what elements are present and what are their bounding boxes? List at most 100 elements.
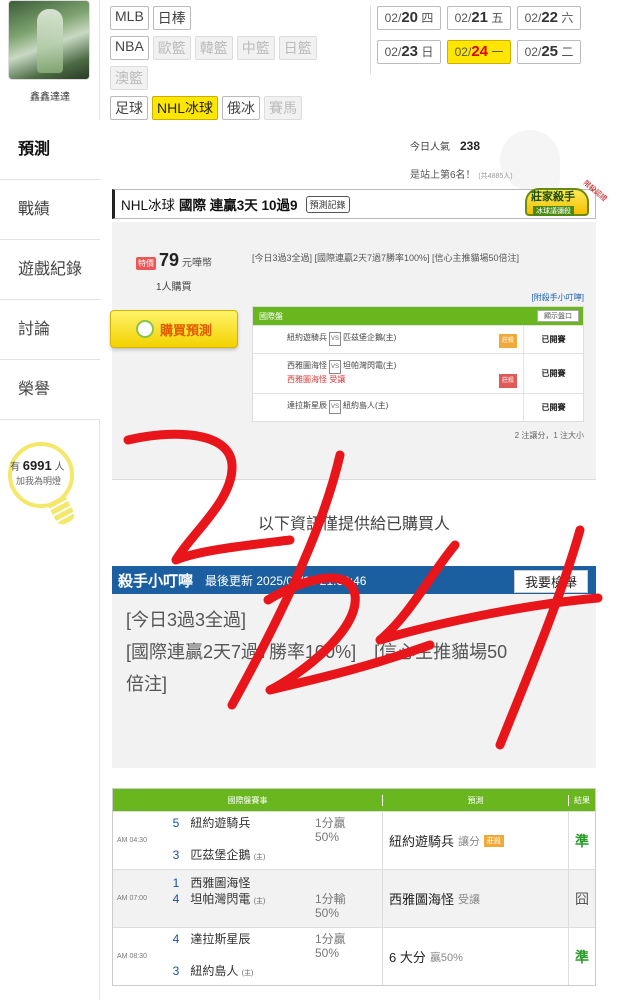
badge-subtitle: 冰球議彌殺 — [533, 206, 574, 216]
category-euro-basketball: 歐籃 — [152, 36, 191, 60]
away-score: 1 — [172, 876, 180, 890]
category-nba[interactable]: NBA — [110, 36, 149, 60]
prediction-title-bar: NHL冰球 國際 連贏3天 10過9 預測記錄 莊家殺手 冰球議彌殺 限殺認證 — [112, 180, 608, 219]
teams: 4 達拉斯星辰 3 紐約島人 (主) — [165, 928, 309, 985]
killer-tips-header: 殺手小叮嚀 最後更新 2025/02/23 21:33:46 我要檢舉 — [112, 566, 596, 594]
popularity: 今日人氣 238 — [410, 139, 481, 153]
date-0220[interactable]: 02/20 四 — [377, 6, 441, 30]
away-team: 紐約遊騎兵 — [190, 816, 251, 830]
handicap: 1分輸 50% — [309, 870, 383, 927]
cart-icon — [135, 320, 154, 338]
home-team: 紐約島人 — [190, 964, 239, 978]
prediction-pick: 紐約遊騎兵 讓分 莊殺 — [383, 812, 569, 869]
killer-tips-title: 殺手小叮嚀 — [118, 572, 194, 590]
report-button[interactable]: 我要檢舉 — [513, 570, 588, 593]
matchup: 達拉斯星辰 VS 紐約島人(主) — [253, 394, 523, 421]
bookie-killer-badge: 莊家殺手 冰球議彌殺 限殺認證 — [519, 180, 609, 222]
category-mlb[interactable]: MLB — [110, 6, 149, 30]
matchup: 西雅圖海怪 VS 坦帕灣閃電(主) 西雅圖海怪 受讓 莊殺 — [253, 354, 523, 393]
game-status: 已開賽 — [523, 326, 583, 353]
category-aus-basketball: 澳籃 — [110, 66, 148, 90]
category-korea-basketball: 韓籃 — [194, 36, 233, 60]
away-team: 西雅圖海怪 — [190, 876, 251, 890]
tips-line: 倍注] — [126, 674, 168, 694]
buyer-count: 1人購買 — [156, 282, 192, 293]
avatar[interactable] — [8, 0, 90, 80]
badge-title: 莊家殺手 — [531, 191, 575, 203]
matchup: 紐約遊騎兵 VS 匹茲堡企鵝(主) 莊殺 — [253, 326, 523, 353]
table-row: 紐約遊騎兵 VS 匹茲堡企鵝(主) 莊殺 已開賽 — [253, 325, 583, 353]
category-npb[interactable]: 日棒 — [152, 6, 191, 30]
header-prediction: 預測 — [383, 794, 569, 806]
buyers-only-notice: 以下資訊僅提供給已購買人 — [257, 516, 450, 533]
prediction-record-button[interactable]: 預測記錄 — [305, 195, 350, 213]
fans-subtitle: 加我為明燈 — [16, 476, 62, 486]
site-rank: 是站上第6名！ (共4885人) — [410, 170, 513, 181]
away-score: 5 — [172, 816, 180, 830]
avatar-figure — [37, 9, 63, 73]
date-0224[interactable]: 02/24 一 — [447, 40, 511, 64]
date-0225[interactable]: 02/25 二 — [517, 40, 581, 64]
sidebar-item-prediction[interactable]: 預測 — [0, 120, 100, 180]
result-mark: 準 — [575, 832, 589, 849]
category-nhl[interactable]: NHL冰球 — [152, 96, 219, 120]
header-result: 結果 — [574, 795, 590, 805]
date-row: 02/20 四 02/21 五 02/22 六 — [377, 6, 585, 30]
killer-tips-body: [今日3過3全過] [國際連贏2天7過7勝率100%] [信心主推貓場50 倍注… — [112, 594, 596, 768]
show-odds-button[interactable]: 顯示盤口 — [537, 310, 579, 322]
teams: 5 紐約遊騎兵 3 匹茲堡企鵝 (主) — [165, 812, 309, 869]
game-time: AM 08:30 — [117, 953, 147, 960]
home-team: 匹茲堡企鵝 — [190, 848, 251, 862]
sidebar: 鑫鑫達達 預測 戰績 遊戲紀錄 討論 榮譽 有 6991 人 加我為明燈 — [0, 0, 100, 1000]
game-time: AM 07:00 — [117, 895, 147, 902]
prediction-summary: [今日3過3全過] [國際連贏2天7過7勝率100%] [信心主推貓場50倍注] — [252, 253, 520, 263]
prediction-pick: 6 大分 贏50% — [383, 928, 569, 985]
sidebar-item-record[interactable]: 戰績 — [0, 180, 100, 240]
handicap: 1分贏 50% — [309, 928, 383, 985]
category-khl[interactable]: 俄冰 — [222, 96, 261, 120]
category-horse-racing: 賽馬 — [264, 96, 303, 120]
bet-count-note: 2 注讓分，1 注大小 — [514, 431, 584, 440]
user-name[interactable]: 鑫鑫達達 — [0, 88, 100, 103]
sidebar-item-game-log[interactable]: 遊戲紀錄 — [0, 240, 100, 300]
home-score: 3 — [172, 848, 180, 862]
date-0221[interactable]: 02/21 五 — [447, 6, 511, 30]
prediction-game-table: 國際盤 顯示盤口 紐約遊騎兵 VS 匹茲堡企鵝(主) 莊殺 已開賽 西雅圖海怪 VS 坦帕… — [252, 306, 584, 422]
sale-tag: 特價 — [136, 257, 156, 270]
game-time: AM 04:30 — [117, 837, 147, 844]
table-row: AM 08:30 4 達拉斯星辰 3 紐約島人 (主) 1分贏 50% 6 大分贏… — [113, 927, 595, 985]
game-status: 已開賽 — [523, 394, 583, 421]
result-mark: 準 — [575, 948, 589, 965]
date-selector: 02/20 四 02/21 五 02/22 六 02/23 日 02/24 一 … — [370, 6, 585, 74]
date-0223[interactable]: 02/23 日 — [377, 40, 441, 64]
date-row: 02/23 日 02/24 一 02/25 二 — [377, 40, 585, 64]
bookie-kill-chip: 莊殺 — [498, 334, 517, 348]
prediction-panel: 特價 79 元嘩幣 1人購買 [今日3過3全過] [國際連贏2天7過7勝率100%]… — [110, 222, 596, 480]
sidebar-item-discussion[interactable]: 討論 — [0, 300, 100, 360]
main-content: MLB 日棒 NBA 歐籃 韓籃 中籃 日籃 澳籃 足球 NHL冰球 俄冰 賽馬… — [100, 0, 610, 1000]
result-mark: 囧 — [575, 890, 589, 907]
bookie-kill-chip: 莊殺 — [484, 834, 505, 847]
side-nav: 預測 戰績 遊戲紀錄 討論 榮譽 — [0, 120, 100, 420]
fans-lightbulb[interactable]: 有 6991 人 加我為明燈 — [0, 438, 100, 528]
category-japan-basketball: 日籃 — [278, 36, 317, 60]
category-row: 足球 NHL冰球 俄冰 賽馬 — [110, 96, 370, 120]
prediction-title: NHL冰球 國際 連贏3天 10過9 — [121, 198, 298, 213]
category-row: MLB 日棒 — [110, 6, 370, 30]
table-row: AM 04:30 5 紐約遊騎兵 3 匹茲堡企鵝 (主) 1分贏 50% 紐約遊騎… — [113, 811, 595, 869]
home-score: 4 — [172, 892, 180, 906]
bookie-kill-chip: 莊殺 — [498, 374, 517, 388]
last-updated: 最後更新 2025/02/23 21:33:46 — [205, 573, 367, 588]
prediction-pick: 西雅圖海怪 受讓 — [383, 870, 569, 927]
buy-prediction-button[interactable]: 購買預測 — [110, 310, 238, 348]
home-team: 坦帕灣閃電 — [190, 892, 251, 906]
sidebar-item-honor[interactable]: 榮譽 — [0, 360, 100, 420]
tips-line: [國際連贏2天7過7勝率100%] [信心主推貓場50 — [126, 642, 508, 662]
date-0222[interactable]: 02/22 六 — [517, 6, 581, 30]
results-table: 國際盤賽事 預測 結果 AM 04:30 5 紐約遊騎兵 3 匹茲堡企鵝 (主)… — [112, 788, 596, 986]
killer-tips-link[interactable]: [附殺手小叮嚀] — [532, 292, 584, 303]
away-score: 4 — [172, 932, 180, 946]
away-team: 達拉斯星辰 — [190, 932, 251, 946]
teams: 1 西雅圖海怪 4 坦帕灣閃電 (主) — [165, 870, 309, 927]
category-soccer[interactable]: 足球 — [110, 96, 148, 120]
